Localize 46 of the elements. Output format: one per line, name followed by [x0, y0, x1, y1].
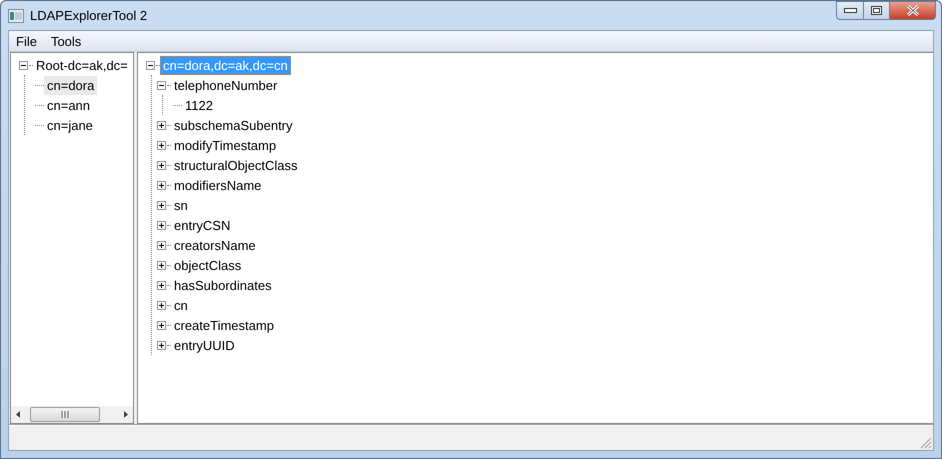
- tree-item[interactable]: telephoneNumber: [171, 76, 280, 94]
- maximize-button[interactable]: [863, 1, 890, 20]
- tree-item[interactable]: cn=ann: [44, 96, 94, 114]
- tree-item[interactable]: subschemaSubentry: [171, 116, 296, 134]
- collapse-icon[interactable]: [146, 60, 155, 70]
- expand-icon[interactable]: [157, 140, 166, 150]
- collapse-icon[interactable]: [19, 60, 28, 70]
- close-button[interactable]: [890, 1, 936, 20]
- tree-item[interactable]: cn=jane: [44, 116, 96, 134]
- grip-icon: [61, 411, 69, 418]
- minimize-icon: [844, 8, 856, 13]
- tree-item[interactable]: cn=dora: [44, 76, 98, 94]
- menu-item[interactable]: File: [9, 34, 44, 48]
- expand-icon[interactable]: [157, 220, 166, 230]
- expand-icon[interactable]: [157, 320, 166, 330]
- tree-item[interactable]: structuralObjectClass: [171, 156, 301, 174]
- app-icon: [8, 8, 24, 22]
- tree-item[interactable]: objectClass: [171, 256, 244, 274]
- tree-item[interactable]: creatorsName: [171, 236, 259, 254]
- horizontal-scrollbar[interactable]: [11, 406, 133, 423]
- tree-item[interactable]: sn: [171, 196, 191, 214]
- close-icon: [906, 5, 920, 16]
- tree-item[interactable]: cn: [171, 296, 191, 314]
- window-title: LDAPExplorerTool 2: [30, 8, 148, 23]
- resize-grip-icon[interactable]: [920, 437, 932, 449]
- tree-item[interactable]: entryCSN: [171, 216, 234, 234]
- tree-item[interactable]: modifyTimestamp: [171, 136, 280, 154]
- menu-item[interactable]: Tools: [44, 34, 88, 48]
- expand-icon[interactable]: [157, 260, 166, 270]
- expand-icon[interactable]: [157, 120, 166, 130]
- tree-item[interactable]: entryUUID: [171, 336, 238, 354]
- tree-item[interactable]: createTimestamp: [171, 316, 277, 334]
- expand-icon[interactable]: [157, 300, 166, 310]
- minimize-button[interactable]: [836, 1, 863, 20]
- tree-item[interactable]: Root-dc=ak,dc=: [33, 56, 131, 74]
- maximize-icon: [871, 6, 882, 15]
- collapse-icon[interactable]: [157, 80, 166, 90]
- expand-icon[interactable]: [157, 160, 166, 170]
- expand-icon[interactable]: [157, 340, 166, 350]
- expand-icon[interactable]: [157, 280, 166, 290]
- expand-icon[interactable]: [157, 200, 166, 210]
- expand-icon[interactable]: [157, 240, 166, 250]
- tree-item[interactable]: modifiersName: [171, 176, 264, 194]
- tree-item[interactable]: 1122: [182, 96, 216, 114]
- tree-item[interactable]: hasSubordinates: [171, 276, 275, 294]
- expand-icon[interactable]: [157, 180, 166, 190]
